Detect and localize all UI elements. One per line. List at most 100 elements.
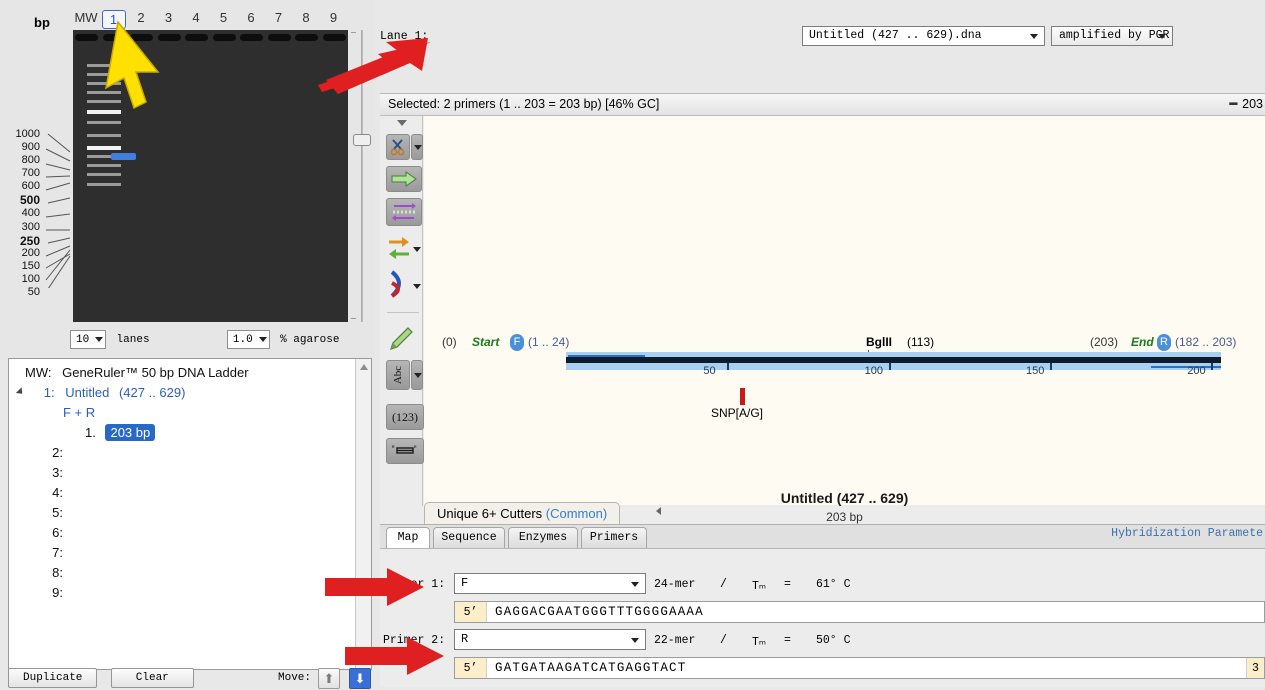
start-position-label: (0) (442, 335, 457, 349)
move-down-button[interactable]: ⬇ (349, 668, 371, 689)
topology-tool-button[interactable] (386, 268, 412, 300)
lane1-product-row[interactable]: 1. 203 bp (17, 424, 354, 445)
toolbar-collapse-icon[interactable] (397, 120, 407, 126)
list-item-lane-9[interactable]: 9: (17, 585, 354, 605)
gel-lane-header-3[interactable]: 3 (157, 10, 181, 25)
cut-tool-dropdown[interactable] (411, 134, 423, 160)
ruler-tool-button[interactable]: " " (386, 438, 424, 464)
tab-unique-cutters[interactable]: Unique 6+ Cutters (Common) (424, 502, 621, 524)
gel-well[interactable] (75, 34, 98, 41)
primer-2-sequence[interactable]: GATGATAAGATCATGAGGTACT (487, 661, 1246, 675)
gel-lane-header-9[interactable]: 9 (322, 10, 346, 25)
forward-primer-badge[interactable]: F (510, 334, 524, 351)
insert-fragment-button[interactable] (386, 166, 422, 192)
lane1-primer-pair: F + R (63, 405, 96, 420)
lanes-count-select[interactable]: 10 (70, 330, 107, 349)
primer-1-sequence[interactable]: GAGGACGAATGGGTTTGGGGAAAA (487, 605, 1264, 619)
gel-image[interactable] (73, 30, 348, 322)
lane-number: 5: (52, 505, 63, 520)
primer-1-five-prime-label: 5’ (455, 602, 487, 622)
gel-well[interactable] (185, 34, 208, 41)
list-item-lane-6[interactable]: 6: (17, 525, 354, 545)
list-item-lane-8[interactable]: 8: (17, 565, 354, 585)
gel-zoom-slider[interactable] (353, 30, 371, 322)
primer-2-label: Primer 2: (383, 634, 446, 647)
slider-track (361, 30, 363, 322)
primer-1-sequence-row[interactable]: 5’ GAGGACGAATGGGTTTGGGGAAAA (454, 601, 1265, 623)
gel-scroll-ticks (349, 30, 357, 322)
annotate-tool-button[interactable] (386, 324, 416, 354)
enzyme-position-label: (113) (907, 335, 935, 349)
list-item-lane-7[interactable]: 7: (17, 545, 354, 565)
bp-tick-500: 500 (19, 193, 40, 207)
clear-button[interactable]: Clear (110, 668, 194, 688)
numbering-tool-button[interactable]: (123) (386, 404, 424, 430)
list-item-lane-2[interactable]: 2: (17, 445, 354, 465)
snp-marker-icon[interactable] (740, 388, 745, 405)
scroll-up-icon[interactable] (360, 364, 368, 370)
gel-well[interactable] (157, 34, 181, 41)
lane1-range: (427 .. 629) (118, 385, 186, 400)
chevron-down-icon[interactable] (413, 284, 421, 289)
gel-well[interactable] (267, 34, 291, 41)
agarose-percent-select[interactable]: 1.0 (226, 330, 270, 349)
gel-well[interactable] (240, 34, 263, 41)
disclosure-triangle-icon[interactable] (17, 386, 27, 396)
product-index: 1. (85, 425, 96, 440)
sequence-map-canvas[interactable]: (0) Start F (1 .. 24) BglII (113) (203) … (424, 116, 1265, 524)
slider-thumb[interactable] (353, 134, 371, 146)
lane-list[interactable]: MW: GeneRuler™ 50 bp DNA Ladder 1: Untit… (9, 359, 354, 669)
primer-1-select[interactable]: F (454, 573, 646, 594)
strand-tool-button[interactable] (386, 198, 422, 226)
selection-length: 203 (1242, 97, 1263, 111)
text-tool-button[interactable]: Abc (386, 360, 410, 390)
primer-2-select[interactable]: R (454, 629, 646, 650)
gel-lane-header-2[interactable]: 2 (129, 10, 153, 25)
gel-lane-header-1[interactable]: 1 (101, 10, 126, 29)
gel-well[interactable] (322, 34, 346, 41)
svg-text:": " (391, 446, 395, 454)
tab-scroll-left-icon[interactable] (656, 507, 661, 515)
gel-lane-header-5[interactable]: 5 (212, 10, 236, 25)
ruler-tick-150 (1049, 363, 1052, 370)
duplicate-button[interactable]: Duplicate (8, 668, 98, 688)
cut-tool-button[interactable] (386, 134, 410, 160)
lane-file-select[interactable]: Untitled (427 .. 629).dna (802, 26, 1045, 46)
gel-lane-header-mw[interactable]: MW (74, 10, 98, 25)
lane-list-scrollbar[interactable] (355, 359, 371, 669)
gel-well[interactable] (212, 34, 236, 41)
gel-lane-header-6[interactable]: 6 (239, 10, 263, 25)
product-size-selected[interactable]: 203 bp (105, 424, 156, 441)
chevron-down-icon[interactable] (413, 247, 421, 252)
amplification-method-select[interactable]: amplified by PCR (1051, 26, 1173, 46)
gel-lane-header-4[interactable]: 4 (184, 10, 208, 25)
list-item-mw[interactable]: MW: GeneRuler™ 50 bp DNA Ladder (17, 365, 354, 385)
lane-contents-list-panel[interactable]: MW: GeneRuler™ 50 bp DNA Ladder 1: Untit… (8, 358, 372, 670)
cutters-tab-row: Unique 6+ Cutters (Common) (424, 502, 1265, 524)
gel-well[interactable] (102, 34, 126, 41)
chevron-down-icon (95, 337, 104, 342)
gel-lane-header-7[interactable]: 7 (267, 10, 291, 25)
list-item-lane-3[interactable]: 3: (17, 465, 354, 485)
primer-1-length: 24-mer (654, 578, 696, 591)
gel-well[interactable] (130, 34, 153, 41)
reverse-primer-badge[interactable]: R (1157, 334, 1171, 351)
list-item-lane-5[interactable]: 5: (17, 505, 354, 525)
primer-1-name: F (461, 576, 469, 590)
list-item-lane-4[interactable]: 4: (17, 485, 354, 505)
move-up-button[interactable]: ⬆ (318, 668, 340, 689)
gel-well[interactable] (295, 34, 318, 41)
gel-lane-header-8[interactable]: 8 (294, 10, 318, 25)
hybridization-parameters-link[interactable]: Hybridization Paramete (1111, 527, 1263, 540)
end-range-label: (182 .. 203) (1175, 335, 1237, 349)
ladder-band (87, 82, 121, 85)
primer-2-tm-label: Tₘ (752, 636, 767, 649)
ladder-band (87, 183, 121, 186)
sample-band-lane-1[interactable] (111, 153, 136, 160)
primer-2-sequence-row[interactable]: 5’ GATGATAAGATCATGAGGTACT 3 (454, 657, 1265, 679)
text-tool-dropdown[interactable] (411, 360, 423, 390)
orientation-tool-button[interactable] (386, 234, 412, 262)
primer-2-name: R (461, 632, 469, 646)
list-item-lane-1[interactable]: 1: Untitled (427 .. 629) (17, 385, 354, 405)
enzyme-name-label[interactable]: BglII (866, 335, 892, 349)
